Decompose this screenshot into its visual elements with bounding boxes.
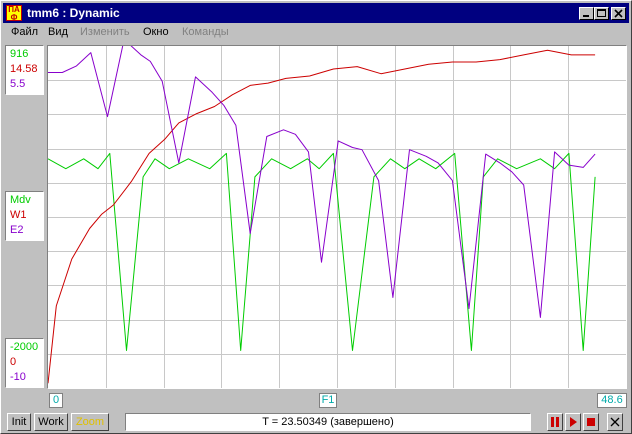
window-title: tmm6 : Dynamic	[27, 6, 120, 20]
menu-window[interactable]: Окно	[143, 26, 169, 38]
chart-series	[48, 46, 596, 384]
play-icon	[570, 417, 577, 427]
menu-view[interactable]: Вид	[48, 26, 68, 38]
menu-file[interactable]: Файл	[11, 26, 38, 38]
x-axis-label: F1	[319, 393, 337, 408]
x-axis-min: 0	[49, 393, 63, 408]
stop-icon	[587, 418, 595, 426]
status-bar: T = 23.50349 (завершено)	[125, 413, 531, 431]
series-name-mdv: Mdv	[10, 194, 31, 206]
chart-svg	[48, 46, 626, 388]
x-axis-max: 48.6	[597, 393, 627, 408]
max-value-w1: 14.58	[10, 63, 38, 75]
x-icon	[610, 417, 620, 427]
series-name-w1: W1	[10, 209, 27, 221]
close-button[interactable]	[611, 7, 626, 20]
maximize-icon	[597, 9, 606, 17]
plot-area[interactable]	[47, 45, 627, 389]
legend-series-names: Mdv W1 E2	[5, 191, 44, 241]
pause-button[interactable]	[547, 413, 563, 431]
minimize-button[interactable]	[579, 7, 594, 20]
menu-commands[interactable]: Команды	[182, 26, 229, 38]
series-line-e2	[48, 46, 596, 318]
work-button[interactable]: Work	[34, 413, 68, 431]
minimize-icon	[583, 15, 589, 17]
chart-grid	[48, 46, 626, 388]
max-value-e2: 5.5	[10, 78, 26, 90]
min-value-mdv: -2000	[10, 341, 39, 353]
app-icon[interactable]: ПА Ф	[6, 5, 22, 22]
zoom-button[interactable]: Zoom	[71, 413, 109, 431]
pause-icon	[551, 417, 559, 427]
menu-edit[interactable]: Изменить	[80, 26, 130, 38]
init-button[interactable]: Init	[7, 413, 31, 431]
max-value-mdv: 916	[10, 48, 29, 60]
series-name-e2: E2	[10, 224, 24, 236]
app-icon-line2: Ф	[10, 13, 18, 22]
close-plot-button[interactable]	[607, 413, 623, 431]
legend-max-values: 916 14.58 5.5	[5, 45, 44, 95]
play-button[interactable]	[565, 413, 581, 431]
close-icon	[614, 9, 623, 18]
series-line-w1	[48, 49, 596, 384]
title-bar[interactable]: ПА Ф tmm6 : Dynamic	[3, 3, 629, 23]
min-value-w1: 0	[10, 356, 17, 368]
legend-min-values: -2000 0 -10	[5, 338, 44, 388]
min-value-e2: -10	[10, 371, 26, 383]
app-window: ПА Ф tmm6 : Dynamic Файл Вид Изменить Ок…	[0, 0, 632, 434]
maximize-button[interactable]	[594, 7, 609, 20]
stop-button[interactable]	[583, 413, 599, 431]
menu-bar: Файл Вид Изменить Окно Команды	[3, 23, 629, 42]
